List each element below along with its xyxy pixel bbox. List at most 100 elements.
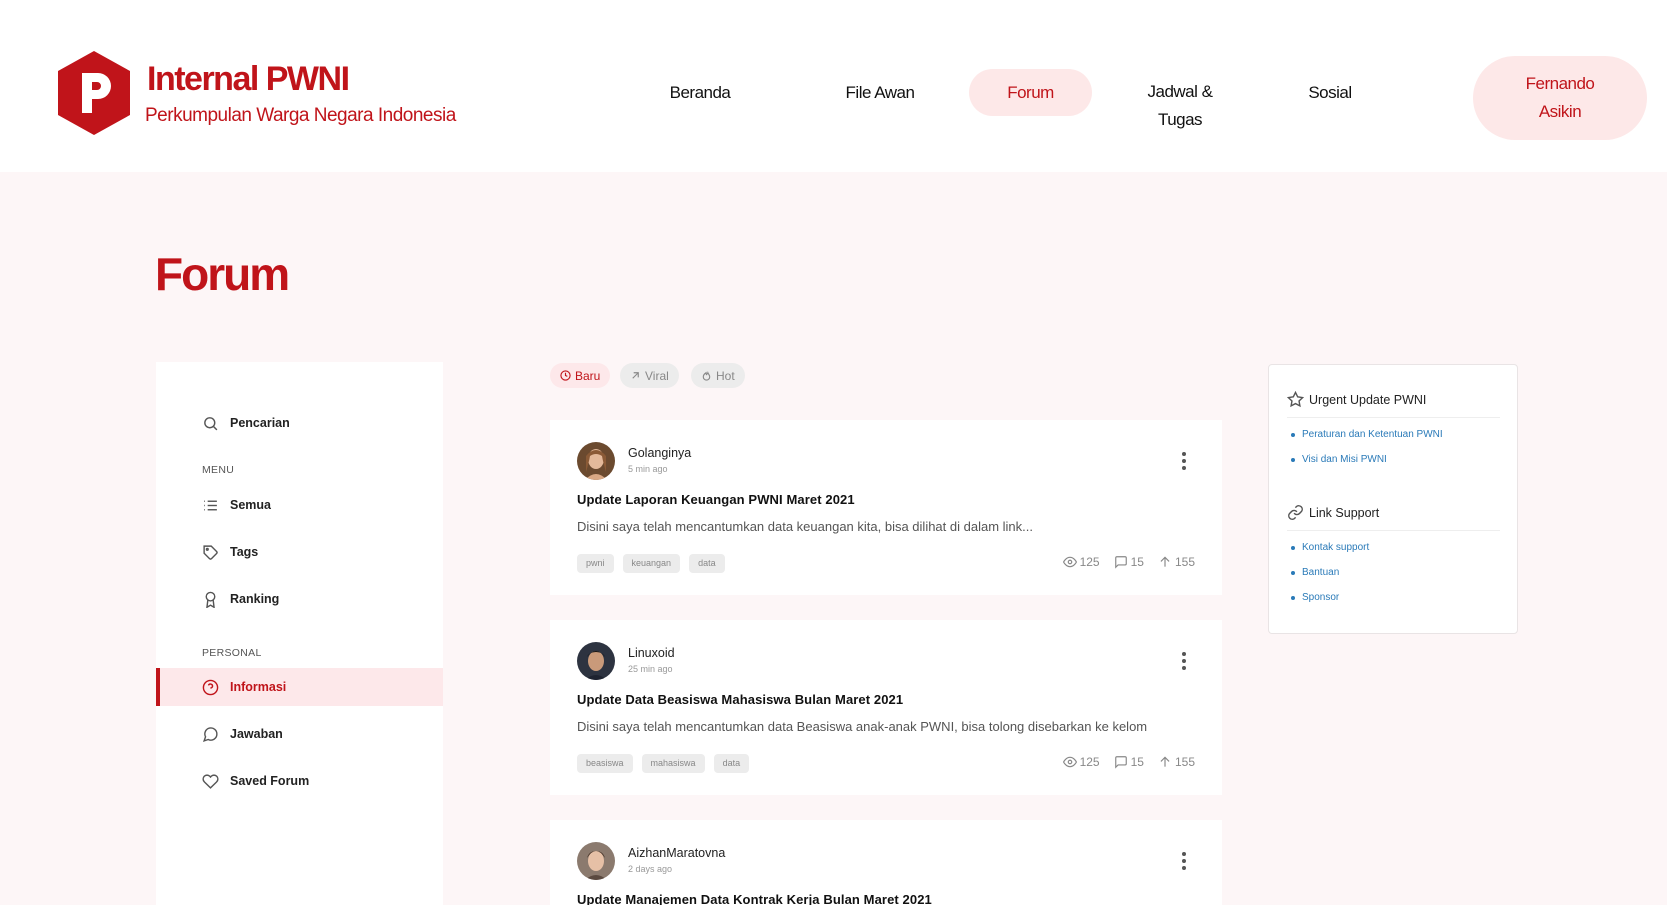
upvote-stat[interactable]: 155 [1158,555,1195,569]
sidebar-search[interactable]: Pencarian [156,404,443,442]
sidebar-item-label: Ranking [230,592,280,606]
filter-hot[interactable]: Hot [691,363,745,388]
comments-stat[interactable]: 15 [1114,755,1144,769]
post-author[interactable]: AizhanMaratovna [628,846,725,860]
forum-post[interactable]: AizhanMaratovna 2 days ago Update Manaje… [550,820,1222,905]
views-stat: 125 [1062,555,1100,569]
more-vertical-icon[interactable] [1178,650,1190,672]
divider [1287,417,1500,418]
post-title[interactable]: Update Manajemen Data Kontrak Kerja Bula… [577,892,932,905]
urgent-heading-label: Urgent Update PWNI [1309,392,1427,407]
sidebar-personal-heading: PERSONAL [202,647,262,659]
nav-sosial[interactable]: Sosial [1270,79,1390,107]
support-link[interactable]: Sponsor [1291,592,1339,603]
support-heading: Link Support [1287,504,1379,521]
post-excerpt: Disini saya telah mencantumkan data keua… [577,519,1033,534]
user-profile-button[interactable]: Fernando Asikin [1473,56,1647,140]
comments-count: 15 [1130,755,1144,769]
sidebar-item-informasi[interactable]: Informasi [156,668,443,706]
brand-title: Internal PWNI [147,60,350,98]
support-link[interactable]: Kontak support [1291,542,1369,553]
upvote-count: 155 [1174,755,1195,769]
urgent-link[interactable]: Visi dan Misi PWNI [1291,454,1387,465]
eye-icon [1062,756,1077,768]
info-panel: Urgent Update PWNI Peraturan dan Ketentu… [1268,364,1518,634]
filter-label: Baru [575,368,601,383]
sidebar-item-label: Semua [230,498,271,512]
avatar[interactable] [577,842,615,880]
post-tag[interactable]: mahasiswa [641,754,705,773]
post-time: 25 min ago [628,664,673,674]
sidebar-item-label: Saved Forum [230,774,310,788]
support-heading-label: Link Support [1309,505,1380,520]
sidebar-item-jawaban[interactable]: Jawaban [156,715,443,753]
search-icon [204,416,218,430]
eye-icon [1062,556,1077,568]
post-title[interactable]: Update Data Beasiswa Mahasiswa Bulan Mar… [577,692,903,707]
post-author[interactable]: Golanginya [628,446,691,460]
trending-arrow-icon [632,372,639,379]
sidebar-item-semua[interactable]: Semua [156,486,443,524]
post-tag[interactable]: data [689,554,725,573]
more-vertical-icon[interactable] [1178,450,1190,472]
message-circle-icon [202,726,218,742]
tag-icon [203,544,218,560]
nav-beranda[interactable]: Beranda [640,79,760,107]
urgent-link[interactable]: Peraturan dan Ketentuan PWNI [1291,429,1443,440]
post-stats: 125 15 155 [1062,755,1195,769]
flame-icon [702,370,711,381]
comment-icon [1114,556,1127,569]
views-count: 125 [1079,755,1100,769]
list-icon [204,500,217,510]
sidebar-search-label: Pencarian [230,416,290,430]
sidebar-item-saved-forum[interactable]: Saved Forum [156,762,443,800]
arrow-up-icon [1160,556,1170,567]
post-title[interactable]: Update Laporan Keuangan PWNI Maret 2021 [577,492,855,507]
sidebar-menu-heading: MENU [202,464,235,476]
post-time: 2 days ago [628,864,673,874]
upvote-stat[interactable]: 155 [1158,755,1195,769]
post-tags: beasiswa mahasiswa data [577,754,750,773]
post-excerpt: Disini saya telah mencantumkan data Beas… [577,719,1148,734]
avatar[interactable] [577,442,615,480]
nav-file-awan[interactable]: File Awan [820,79,940,107]
post-tag[interactable]: beasiswa [577,754,633,773]
sidebar-item-label: Jawaban [230,727,283,741]
filter-label: Viral [645,368,669,383]
more-vertical-icon[interactable] [1178,850,1190,872]
post-tags: pwni keuangan data [577,554,725,573]
sidebar-item-tags[interactable]: Tags [156,533,443,571]
link-icon [1288,505,1303,520]
filter-viral[interactable]: Viral [620,363,679,388]
page-title: Forum [155,248,290,300]
nav-jadwal-line2: Tugas [1157,110,1203,129]
post-tag[interactable]: data [713,754,750,773]
brand-subtitle: Perkumpulan Warga Negara Indonesia [145,105,456,126]
views-stat: 125 [1062,755,1100,769]
nav-forum[interactable]: Forum [969,69,1092,116]
urgent-heading: Urgent Update PWNI [1287,391,1426,408]
views-count: 125 [1079,555,1100,569]
post-time: 5 min ago [628,464,668,474]
sidebar-item-label: Tags [230,545,259,559]
filter-baru[interactable]: Baru [550,363,611,388]
top-header: Internal PWNI Perkumpulan Warga Negara I… [0,0,1667,172]
comments-stat[interactable]: 15 [1114,555,1144,569]
post-tag[interactable]: pwni [577,554,614,573]
comment-icon [1114,756,1127,769]
post-tag[interactable]: keuangan [622,554,681,573]
forum-post[interactable]: Linuxoid 25 min ago Update Data Beasiswa… [550,620,1222,795]
forum-sidebar: Pencarian MENU Semua Tags Ranking PERSON… [156,362,443,905]
p-logo-icon[interactable] [56,51,132,135]
heart-icon [202,773,219,789]
support-link[interactable]: Bantuan [1291,567,1339,578]
clock-icon [560,370,571,381]
avatar[interactable] [577,642,615,680]
sidebar-item-label: Informasi [230,680,287,694]
sidebar-item-ranking[interactable]: Ranking [156,580,443,618]
user-first-name: Fernando [1525,74,1595,93]
post-author[interactable]: Linuxoid [628,646,675,660]
forum-post[interactable]: Golanginya 5 min ago Update Laporan Keua… [550,420,1222,595]
divider [1287,530,1500,531]
nav-jadwal-tugas[interactable]: Jadwal & Tugas [1120,78,1240,134]
